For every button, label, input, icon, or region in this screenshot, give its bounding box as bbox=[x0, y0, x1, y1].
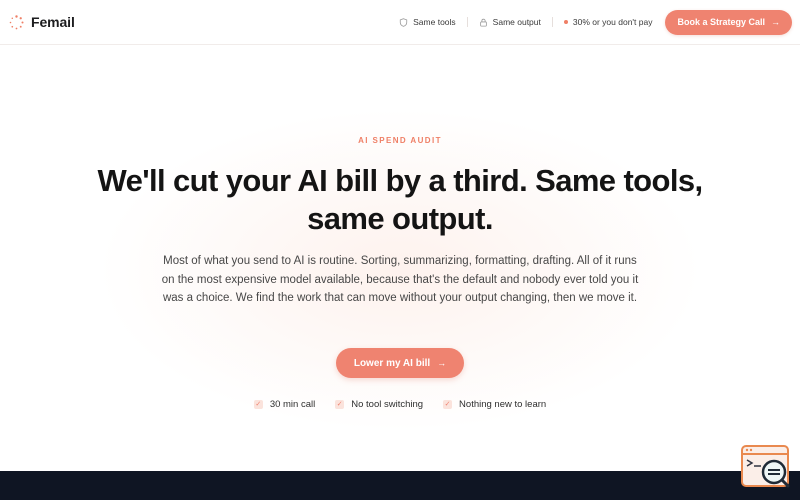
badge-same-tools: Same tools bbox=[399, 17, 456, 27]
divider bbox=[466, 17, 468, 27]
check-icon: ✓ bbox=[253, 400, 263, 409]
dotted-ring-logo-icon bbox=[9, 14, 24, 29]
hero-eyebrow: AI SPEND AUDIT bbox=[358, 136, 442, 145]
hero-headline: We'll cut your AI bill by a third. Same … bbox=[97, 163, 703, 236]
badge-label: Same tools bbox=[413, 17, 456, 27]
divider bbox=[551, 17, 553, 27]
feature-list: ✓ 30 min call ✓ No tool switching ✓ Noth… bbox=[0, 399, 800, 410]
lock-icon bbox=[479, 18, 487, 27]
badge-same-output: Same output bbox=[479, 17, 541, 27]
check-icon: ✓ bbox=[335, 400, 345, 409]
feature-item: ✓ Nothing new to learn bbox=[443, 399, 546, 410]
top-navbar: Femail Same tools Same output 30% or you… bbox=[0, 0, 800, 45]
next-section-dark-band bbox=[0, 471, 800, 500]
feature-item: ✓ 30 min call bbox=[253, 399, 316, 410]
book-strategy-call-button[interactable]: Book a Strategy Call → bbox=[665, 9, 792, 35]
arrow-right-icon: → bbox=[771, 16, 780, 27]
check-icon: ✓ bbox=[443, 400, 453, 409]
arrow-right-icon: → bbox=[437, 357, 447, 368]
feature-label: No tool switching bbox=[351, 399, 424, 410]
search-chat-widget-icon[interactable] bbox=[741, 445, 791, 488]
header-right: Same tools Same output 30% or you don't … bbox=[399, 9, 792, 35]
feature-label: Nothing new to learn bbox=[459, 399, 547, 410]
button-label: Book a Strategy Call bbox=[677, 17, 765, 27]
feature-item: ✓ No tool switching bbox=[335, 399, 423, 410]
shield-icon bbox=[399, 17, 408, 27]
page: Femail Same tools Same output 30% or you… bbox=[0, 0, 800, 500]
lower-ai-bill-button[interactable]: Lower my AI bill → bbox=[336, 348, 464, 378]
hero-subtext: Most of what you send to AI is routine. … bbox=[161, 255, 639, 304]
badge-guarantee: 30% or you don't pay bbox=[563, 17, 653, 27]
brand-name: Femail bbox=[31, 14, 75, 30]
badge-label: 30% or you don't pay bbox=[572, 17, 653, 27]
badge-label: Same output bbox=[492, 17, 541, 27]
feature-label: 30 min call bbox=[269, 399, 316, 410]
dot-icon bbox=[563, 20, 568, 24]
brand[interactable]: Femail bbox=[9, 14, 75, 30]
button-label: Lower my AI bill bbox=[353, 357, 431, 369]
